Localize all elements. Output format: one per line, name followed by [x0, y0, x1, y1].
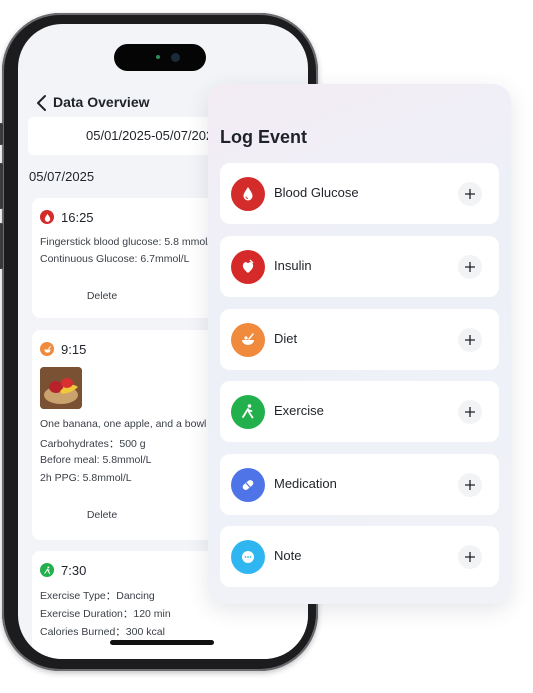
phone-mute-switch — [0, 123, 3, 145]
record-detail: Before meal: 5.8mmol/L — [40, 454, 152, 466]
log-item-note[interactable]: Note — [220, 526, 499, 587]
log-item-diet[interactable]: Diet — [220, 309, 499, 370]
log-item-label: Medication — [274, 476, 337, 491]
log-item-label: Exercise — [274, 403, 324, 418]
add-exercise-button[interactable] — [458, 400, 482, 424]
plus-icon — [465, 552, 475, 562]
note-icon — [231, 540, 265, 574]
log-event-panel: Log Event Blood Glucose Insulin Diet Exe… — [208, 84, 511, 604]
record-time: 16:25 — [61, 209, 94, 225]
running-icon — [231, 395, 265, 429]
running-icon — [40, 563, 54, 577]
record-detail: Exercise Type：Dancing — [40, 590, 155, 602]
log-item-label: Diet — [274, 331, 298, 346]
record-detail: Fingerstick blood glucose: 5.8 mmol/L — [40, 236, 217, 248]
log-item-medication[interactable]: Medication — [220, 454, 499, 515]
blood-drop-icon — [231, 177, 265, 211]
record-detail: 2h PPG: 5.8mmol/L — [40, 472, 132, 484]
record-detail: Continuous Glucose: 6.7mmol/L — [40, 253, 190, 265]
home-indicator[interactable] — [110, 640, 214, 645]
diet-icon — [40, 342, 54, 356]
pill-icon — [231, 468, 265, 502]
plus-icon — [465, 480, 475, 490]
page-title: Data Overview — [53, 94, 150, 110]
plus-icon — [465, 335, 475, 345]
indicator-dot — [156, 55, 160, 59]
log-item-blood-glucose[interactable]: Blood Glucose — [220, 163, 499, 224]
record-detail: Exercise Duration：120 min — [40, 608, 171, 620]
diet-icon — [231, 323, 265, 357]
add-note-button[interactable] — [458, 545, 482, 569]
record-header: 7:30 — [40, 561, 86, 579]
log-item-label: Blood Glucose — [274, 185, 359, 200]
delete-button[interactable]: Delete — [32, 290, 172, 302]
panel-title: Log Event — [220, 127, 308, 147]
plus-icon — [465, 189, 475, 199]
insulin-icon — [231, 250, 265, 284]
phone-volume-up — [0, 163, 3, 209]
log-item-exercise[interactable]: Exercise — [220, 381, 499, 442]
add-blood-glucose-button[interactable] — [458, 182, 482, 206]
plus-icon — [465, 262, 475, 272]
record-time: 7:30 — [61, 562, 87, 578]
record-header: 16:25 — [40, 208, 94, 226]
delete-button[interactable]: Delete — [32, 509, 172, 521]
log-item-label: Note — [274, 548, 302, 563]
front-camera — [171, 53, 180, 62]
blood-drop-icon — [40, 210, 54, 224]
log-item-insulin[interactable]: Insulin — [220, 236, 499, 297]
record-detail: Carbohydrates：500 g — [40, 438, 146, 450]
log-item-label: Insulin — [274, 258, 312, 273]
add-diet-button[interactable] — [458, 328, 482, 352]
record-time: 9:15 — [61, 341, 87, 357]
record-detail: One banana, one apple, and a bowl of — [40, 418, 219, 430]
record-header: 9:15 — [40, 340, 86, 358]
dynamic-island — [114, 44, 206, 71]
add-insulin-button[interactable] — [458, 255, 482, 279]
day-header: 05/07/2025 — [29, 169, 95, 184]
phone-volume-down — [0, 223, 3, 269]
meal-photo[interactable] — [40, 367, 82, 409]
plus-icon — [465, 407, 475, 417]
add-medication-button[interactable] — [458, 473, 482, 497]
record-detail: Calories Burned：300 kcal — [40, 626, 165, 638]
back-arrow-icon[interactable] — [32, 93, 52, 113]
